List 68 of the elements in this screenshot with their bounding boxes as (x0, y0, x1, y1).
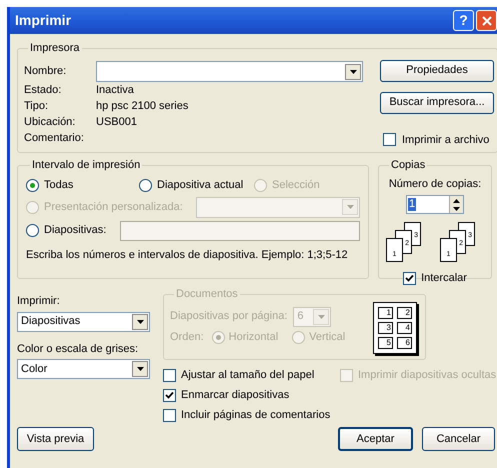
caret-icon (136, 367, 144, 371)
radio-button[interactable] (139, 179, 152, 192)
checkbox[interactable] (163, 388, 176, 402)
field-label: Imprimir: (17, 294, 61, 309)
field-value: USB001 (96, 115, 137, 130)
caret-icon (346, 205, 354, 209)
field-label: Número de copias: (388, 176, 482, 192)
field-value: hp psc 2100 series (96, 99, 188, 114)
close-button[interactable] (476, 10, 497, 31)
option-label: Todas (44, 178, 74, 194)
hint-text: Escriba los números e intervalos de diapositiva. Ejemplo: 1;3;5-12 (26, 248, 349, 262)
field-label: Nombre: (24, 64, 68, 80)
caret-icon (136, 320, 144, 324)
spin-arrows-icon[interactable] (449, 196, 463, 213)
window-title: Imprimir (15, 11, 72, 30)
checkbox[interactable] (403, 272, 416, 285)
field-label: Color o escala de grises: (17, 342, 140, 356)
color-mode-select[interactable]: Color (17, 359, 150, 379)
option-label: Intercalar (421, 271, 467, 286)
option-label: Orden: (170, 330, 204, 346)
field-value: Inactiva (96, 83, 134, 98)
preview-slide: 6 (397, 336, 412, 348)
group-title: Documentos (175, 287, 239, 302)
dropdown-button[interactable] (132, 314, 148, 330)
checkbox[interactable] (163, 408, 176, 422)
radio-button[interactable] (26, 224, 39, 237)
option-label: Enmarcar diapositivas (181, 388, 290, 403)
group-title: Copias (390, 158, 426, 173)
radio-button[interactable] (26, 179, 39, 192)
help-button[interactable]: ? (453, 10, 474, 31)
option-label: Imprimir a archivo (402, 132, 490, 148)
close-icon (482, 16, 492, 26)
option-label: Ajustar al tamaño del papel (181, 368, 314, 383)
print-what-select[interactable]: Diapositivas (17, 312, 150, 332)
option-label: Horizontal (228, 330, 278, 346)
copies-spinner[interactable]: 1 (406, 195, 464, 214)
option-label: Incluir páginas de comentarios (181, 408, 330, 423)
checkbox[interactable] (163, 368, 176, 382)
field-label: Tipo: (24, 99, 50, 114)
caret-icon (350, 70, 356, 74)
preview-slide: 1 (378, 306, 393, 318)
dropdown-button[interactable] (345, 64, 361, 80)
option-label: Imprimir diapositivas ocultas (358, 368, 496, 383)
slides-input-field[interactable] (120, 220, 360, 240)
option-label: Diapositivas por página: (170, 309, 288, 324)
preview-slide: 2 (397, 306, 412, 318)
option-label: Presentación personalizada: (44, 200, 183, 215)
group-title: Intervalo de impresión (31, 158, 142, 173)
field-label: Comentario: (24, 131, 85, 146)
preview-slide: 3 (378, 322, 393, 334)
field-label: Ubicación: (24, 115, 76, 130)
option-label: Diapositivas: (44, 223, 106, 238)
option-label: Diapositiva actual (157, 178, 244, 194)
caret-icon (318, 314, 325, 318)
option-label: Vertical (309, 330, 346, 346)
field-label: Estado: (24, 83, 62, 98)
checkbox[interactable] (383, 133, 396, 146)
dialog-button[interactable]: Buscar impresora... (380, 92, 494, 114)
preview-slide: 4 (397, 322, 412, 334)
dialog-button[interactable]: Aceptar (338, 427, 413, 451)
dialog-button[interactable]: Propiedades (380, 60, 494, 82)
copies-value: 1 (408, 198, 416, 211)
dropdown-button[interactable] (132, 361, 148, 377)
preview-slide: 5 (378, 336, 393, 348)
group-title: Impresora (29, 41, 81, 56)
dialog-button[interactable]: Vista previa (17, 427, 94, 451)
option-label: Selección (272, 178, 320, 194)
dialog-button[interactable]: Cancelar (422, 427, 495, 451)
